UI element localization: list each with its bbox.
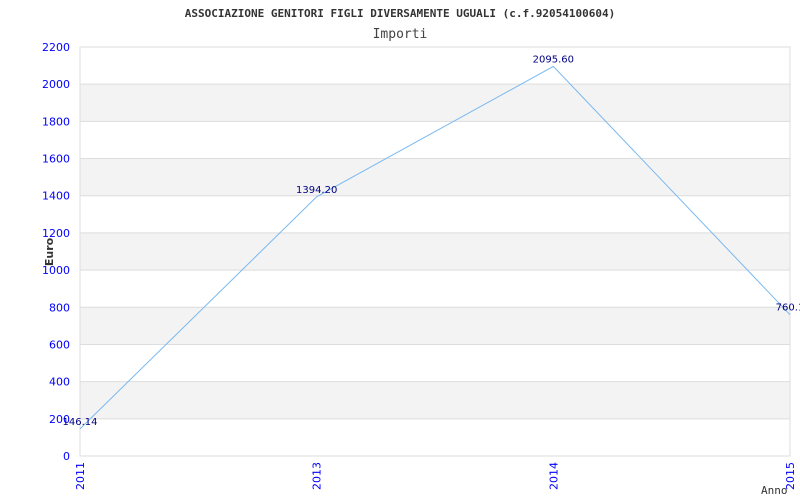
y-tick-label: 2000 — [42, 78, 70, 91]
y-tick-label: 800 — [49, 301, 70, 314]
data-label: 2095.60 — [533, 54, 574, 65]
grid-band — [80, 307, 790, 345]
y-tick-label: 1600 — [42, 153, 70, 166]
y-axis-label: Euro — [43, 237, 56, 266]
y-tick-label: 0 — [63, 450, 70, 463]
grid-band — [80, 381, 790, 419]
x-tick-label: 2013 — [311, 462, 324, 490]
y-tick-label: 400 — [49, 376, 70, 389]
data-label: 760.1 — [776, 303, 800, 314]
x-tick-label: 2014 — [547, 462, 560, 490]
x-tick-label: 2011 — [74, 462, 87, 490]
y-tick-label: 1400 — [42, 190, 70, 203]
data-label: 146.14 — [63, 417, 98, 428]
y-tick-label: 2200 — [42, 41, 70, 54]
chart-title: ASSOCIAZIONE GENITORI FIGLI DIVERSAMENTE… — [185, 7, 615, 20]
grid-band — [80, 158, 790, 196]
y-tick-label: 1800 — [42, 115, 70, 128]
x-axis-label: Anno — [761, 484, 788, 497]
chart-subtitle: Importi — [373, 27, 428, 42]
data-label: 1394.20 — [296, 185, 337, 196]
grid-band — [80, 232, 790, 271]
y-tick-label: 600 — [49, 338, 70, 351]
grid-band — [80, 84, 790, 122]
line-chart: 0200400600800100012001400160018002000220… — [42, 7, 800, 497]
